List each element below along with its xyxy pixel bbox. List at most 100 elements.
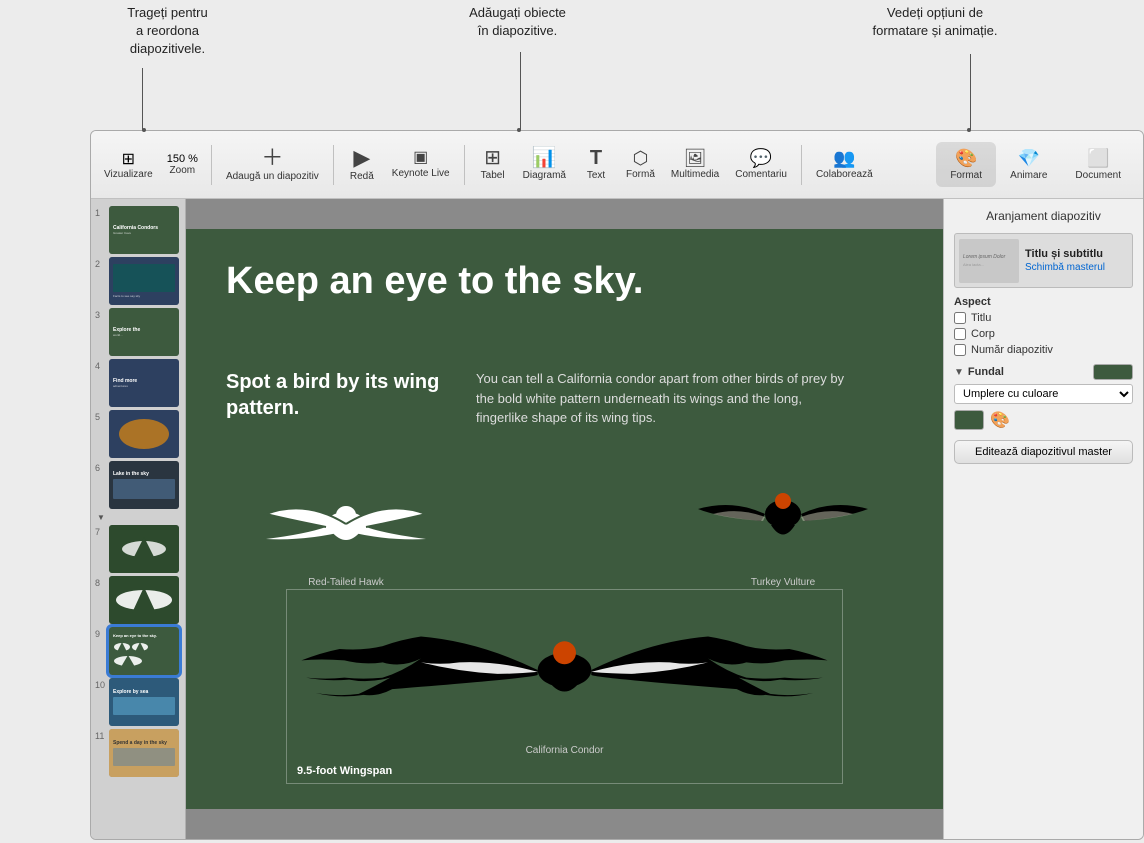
add-slide-icon: ＋ [261,147,283,169]
background-label: Fundal [968,366,1004,378]
chart-button[interactable]: 📊 Diagramă [517,144,572,185]
text-label: Text [587,170,605,181]
text-button[interactable]: T Text [576,144,616,185]
main-slide: Keep an eye to the sky. Spot a bird by i… [186,229,943,809]
zoom-button[interactable]: 150 % Zoom [162,150,203,179]
checkbox-body[interactable] [954,328,966,340]
panel-title: Aranjament diapozitiv [954,209,1133,223]
background-swatch [1093,364,1133,380]
checkbox-title[interactable] [954,312,966,324]
slide-subtitle: Spot a bird by its wing pattern. [226,369,446,421]
bird-red-tail-container: Red-Tailed Hawk [246,469,446,588]
slide-title: Keep an eye to the sky. [226,259,643,305]
media-icon: 🖼 [684,149,707,167]
play-icon: ▶ [353,147,370,169]
tab-document[interactable]: ⬜ Document [1061,142,1135,187]
add-slide-button[interactable]: ＋ Adaugă un diapozitiv [220,143,325,186]
slide-thumb-5[interactable]: 5 [109,410,179,458]
edit-master-button[interactable]: Editează diapozitivul master [954,440,1133,464]
slide-panel[interactable]: 1 California Condors Greater Cave 2 Fact… [91,199,186,839]
master-thumbnail: Lorem ipsum Dolor Alea iacta... [959,239,1019,283]
zoom-label: Zoom [170,165,196,176]
slide-num-7: 7 [95,527,100,537]
slide-num-6: 6 [95,463,100,473]
slide-subtitle-box: Spot a bird by its wing pattern. [226,369,446,421]
slide-thumb-3[interactable]: 3 Explore the world... [109,308,179,356]
checkbox-row-title: Titlu [954,312,1133,324]
condor-svg [287,590,842,750]
comment-label: Comentariu [735,169,787,180]
app-window: ⊞ Vizualizare 150 % Zoom ＋ Adaugă un dia… [90,130,1144,840]
divider-3 [464,145,465,185]
text-icon: T [590,148,602,168]
slide-thumb-2[interactable]: 2 Facts to see say sky [109,257,179,305]
color-box[interactable] [954,410,984,430]
divider-2 [333,145,334,185]
view-icon: ⊞ [122,149,135,169]
slide-num-4: 4 [95,361,100,371]
condor-box: California Condor 9.5-foot Wingspan [286,589,843,784]
main-content: 1 California Condors Greater Cave 2 Fact… [91,199,1143,839]
master-preview: Lorem ipsum Dolor Alea iacta... Titlu și… [954,233,1133,288]
format-icon: 🎨 [955,148,977,169]
zoom-value: 150 % [167,153,198,165]
chart-label: Diagramă [523,170,566,181]
slide-num-1: 1 [95,208,100,218]
callout-add: Adăugați obiecte în diapozitive. [440,4,595,40]
slide-thumb-11[interactable]: 11 Spend a day in the sky [109,729,179,777]
bird-red-tail-svg [246,469,446,579]
collab-button[interactable]: 👥 Colaborează [810,145,879,184]
master-change-button[interactable]: Schimbă masterul [1025,262,1128,273]
background-section-header: ▼ Fundal [954,364,1133,380]
section-divider-7: ▼ [97,513,179,522]
checkbox-title-label: Titlu [971,312,991,324]
format-tabs: 🎨 Format 💎 Animare ⬜ Document [936,142,1135,187]
callout-format: Vedeți opțiuni de formatare și animație. [835,4,1035,40]
slide-thumb-6[interactable]: 6 Lake in the sky [109,461,179,509]
shape-label: Formă [626,169,655,180]
table-label: Tabel [481,170,505,181]
comment-button[interactable]: 💬 Comentariu [729,145,793,184]
divider-4 [801,145,802,185]
view-button[interactable]: ⊞ Vizualizare [99,146,158,183]
shape-button[interactable]: ⬡ Formă [620,145,661,184]
checkbox-slide-num[interactable] [954,344,966,356]
slide-thumb-10[interactable]: 10 Explore by sea [109,678,179,726]
fill-dropdown[interactable]: Umplere cu culoare [954,384,1133,404]
color-picker-row: 🎨 [954,410,1133,430]
keynote-live-button[interactable]: ▣ Keynote Live [386,146,456,183]
slide-num-3: 3 [95,310,100,320]
slide-thumb-4[interactable]: 4 Find more adventures [109,359,179,407]
checkbox-row-slide-num: Număr diapozitiv [954,344,1133,356]
collab-icon: 👥 [833,149,855,167]
comment-icon: 💬 [750,149,772,167]
slide-num-8: 8 [95,578,100,588]
media-button[interactable]: 🖼 Multimedia [665,145,725,184]
slide-thumb-1[interactable]: 1 California Condors Greater Cave [109,206,179,254]
tab-animate[interactable]: 💎 Animare [996,142,1061,187]
slide-num-10: 10 [95,680,105,690]
tab-format[interactable]: 🎨 Format [936,142,996,187]
collab-label: Colaborează [816,169,873,180]
checkbox-body-label: Corp [971,328,995,340]
document-icon: ⬜ [1087,148,1109,169]
play-button[interactable]: ▶ Redă [342,143,382,186]
document-label: Document [1075,170,1121,181]
add-slide-label: Adaugă un diapozitiv [226,171,319,182]
callout-line-1 [142,68,143,130]
callout-area: Trageți pentru a reordona diapozitivele.… [0,0,1144,130]
color-wheel-icon[interactable]: 🎨 [990,410,1010,430]
aspect-section-label: Aspect [954,296,1133,308]
canvas-area[interactable]: Keep an eye to the sky. Spot a bird by i… [186,199,943,839]
divider-1 [211,145,212,185]
slide-thumb-7[interactable]: 7 [109,525,179,573]
callout-line-2 [520,52,521,130]
table-button[interactable]: ⊞ Tabel [473,144,513,185]
bird-turkey-svg [683,449,883,579]
animate-label: Animare [1010,170,1047,181]
callout-line-3 [970,54,971,130]
slide-num-2: 2 [95,259,100,269]
slide-thumb-8[interactable]: 8 [109,576,179,624]
table-icon: ⊞ [484,148,501,168]
slide-thumb-9[interactable]: 9 Keep an eye to the sky. [109,627,179,675]
